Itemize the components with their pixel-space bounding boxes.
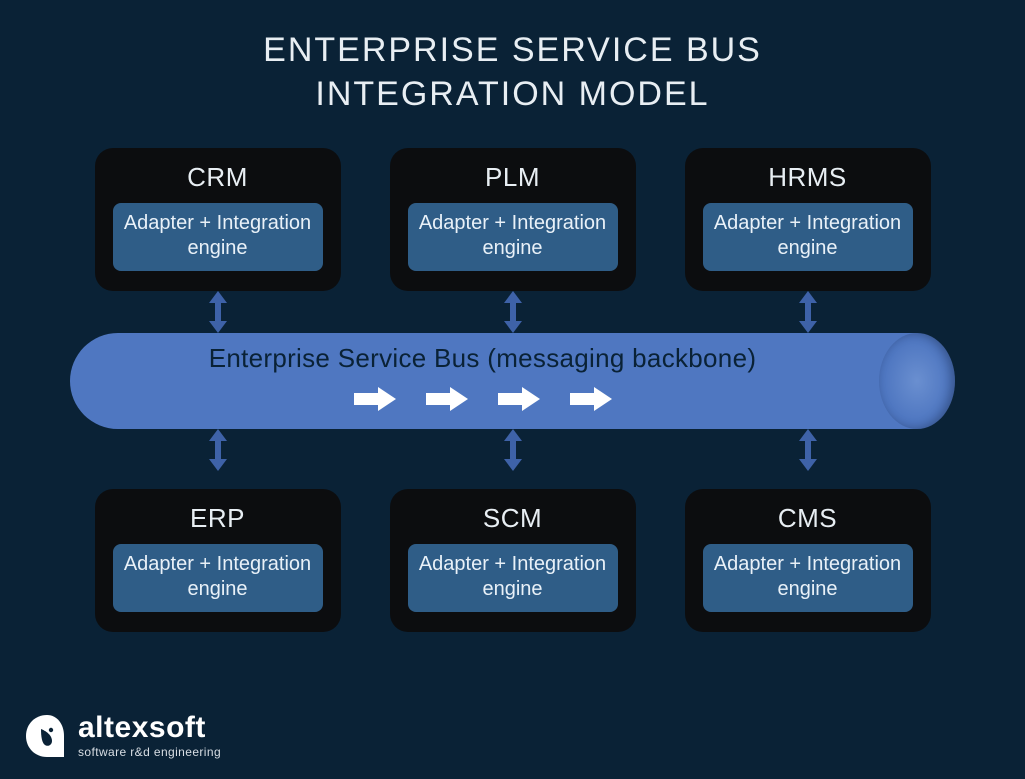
connector: [390, 429, 636, 471]
connector: [95, 291, 341, 333]
flow-arrow-icon: [498, 387, 540, 411]
bus-container: Enterprise Service Bus (messaging backbo…: [0, 333, 1025, 429]
connector: [685, 291, 931, 333]
flow-arrow-icon: [570, 387, 612, 411]
brand-logo: altexsoft software r&d engineering: [24, 713, 221, 759]
top-systems-row: CRM Adapter + Integration engine PLM Ada…: [0, 148, 1025, 291]
adapter-box: Adapter + Integration engine: [703, 544, 913, 612]
double-arrow-icon: [797, 291, 819, 333]
title-line-1: ENTERPRISE SERVICE BUS: [0, 28, 1025, 72]
title-line-2: INTEGRATION MODEL: [0, 72, 1025, 116]
double-arrow-icon: [502, 429, 524, 471]
system-card-plm: PLM Adapter + Integration engine: [390, 148, 636, 291]
bus-label: Enterprise Service Bus (messaging backbo…: [70, 343, 895, 374]
adapter-box: Adapter + Integration engine: [408, 203, 618, 271]
double-arrow-icon: [207, 291, 229, 333]
logo-brand: altexsoft: [78, 713, 221, 743]
adapter-box: Adapter + Integration engine: [703, 203, 913, 271]
system-name: PLM: [408, 162, 618, 193]
top-connectors: [0, 291, 1025, 333]
system-card-scm: SCM Adapter + Integration engine: [390, 489, 636, 632]
system-card-hrms: HRMS Adapter + Integration engine: [685, 148, 931, 291]
system-card-cms: CMS Adapter + Integration engine: [685, 489, 931, 632]
flow-arrow-icon: [426, 387, 468, 411]
connector: [685, 429, 931, 471]
connector: [95, 429, 341, 471]
bottom-connectors: [0, 429, 1025, 471]
system-name: ERP: [113, 503, 323, 534]
system-name: CRM: [113, 162, 323, 193]
system-name: SCM: [408, 503, 618, 534]
system-name: CMS: [703, 503, 913, 534]
connector: [390, 291, 636, 333]
system-name: HRMS: [703, 162, 913, 193]
adapter-box: Adapter + Integration engine: [113, 544, 323, 612]
double-arrow-icon: [502, 291, 524, 333]
flow-arrow-icon: [354, 387, 396, 411]
double-arrow-icon: [207, 429, 229, 471]
enterprise-service-bus: Enterprise Service Bus (messaging backbo…: [70, 333, 955, 429]
bus-flow-arrows: [70, 387, 895, 411]
double-arrow-icon: [797, 429, 819, 471]
diagram-title: ENTERPRISE SERVICE BUS INTEGRATION MODEL: [0, 0, 1025, 116]
bottom-systems-row: ERP Adapter + Integration engine SCM Ada…: [0, 489, 1025, 632]
logo-text: altexsoft software r&d engineering: [78, 713, 221, 759]
system-card-erp: ERP Adapter + Integration engine: [95, 489, 341, 632]
system-card-crm: CRM Adapter + Integration engine: [95, 148, 341, 291]
adapter-box: Adapter + Integration engine: [113, 203, 323, 271]
adapter-box: Adapter + Integration engine: [408, 544, 618, 612]
logo-mark-icon: [24, 713, 70, 759]
logo-tagline: software r&d engineering: [78, 745, 221, 759]
